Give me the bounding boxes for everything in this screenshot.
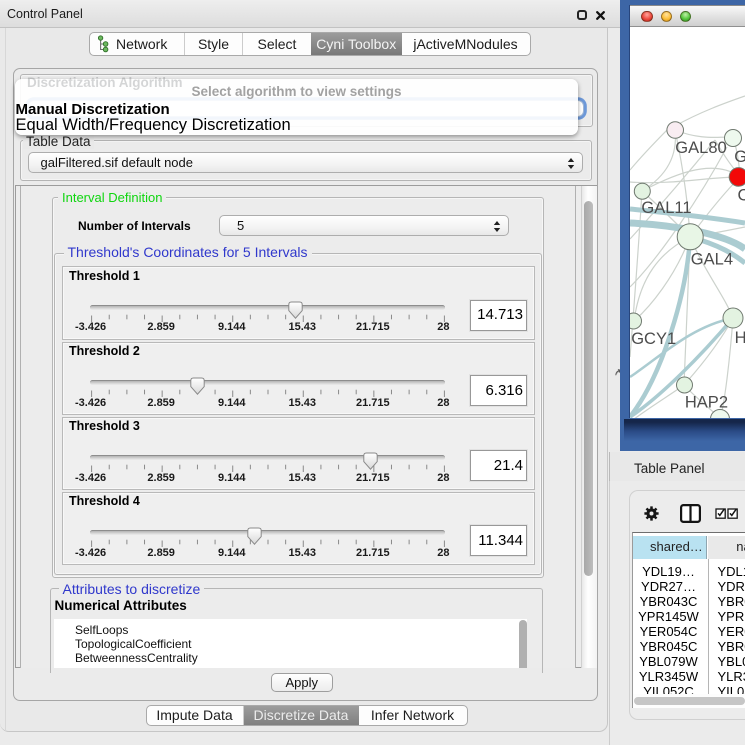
svg-text:GAL80: GAL80 xyxy=(675,139,726,157)
svg-text:GAL11: GAL11 xyxy=(641,199,691,217)
svg-text:C: C xyxy=(738,187,745,205)
svg-text:GCY1: GCY1 xyxy=(631,330,676,348)
svg-text:GAL4: GAL4 xyxy=(691,250,733,268)
svg-text:GA: GA xyxy=(734,148,745,166)
svg-text:HAP2: HAP2 xyxy=(685,394,728,412)
svg-text:H: H xyxy=(735,329,745,347)
